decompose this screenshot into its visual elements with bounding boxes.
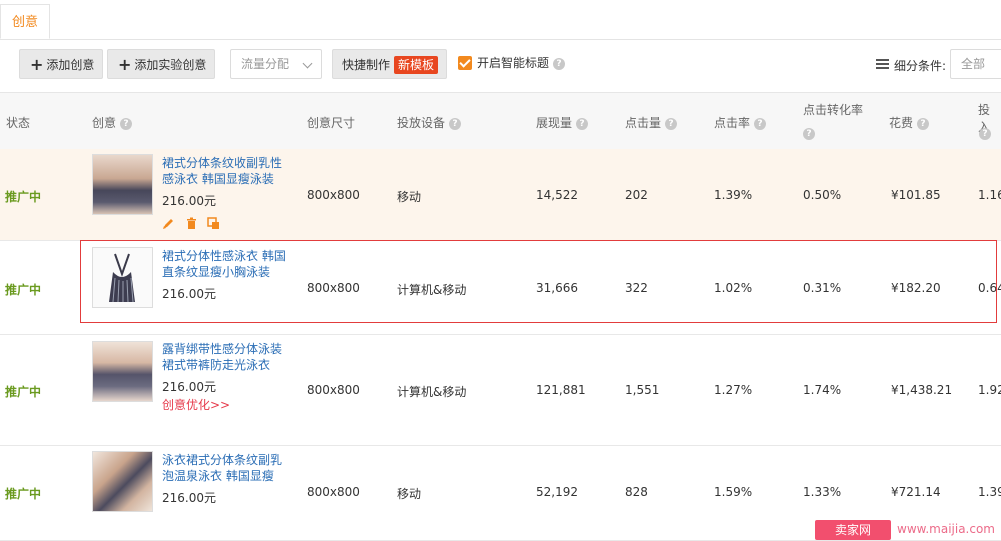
status-badge: 推广中 [5,487,42,501]
header-cost-wrap[interactable]: 花费? [889,114,930,131]
help-icon[interactable]: ? [979,127,991,140]
clicks: 1,551 [625,383,660,397]
roi: 1.92 [978,383,1001,397]
quick-make-label: 快捷制作 [342,58,391,72]
clicks: 202 [625,188,648,202]
quick-make-button[interactable]: 快捷制作 新模板 [332,49,447,79]
help-icon[interactable]: ? [665,117,678,130]
product-thumbnail[interactable] [92,154,153,215]
header-size[interactable]: 创意尺寸 [307,114,355,131]
smart-title-label: 开启智能标题 [477,56,550,70]
plus-icon: + [30,55,44,74]
creative-size: 800x800 [307,188,360,202]
tab-bar: 创意 [0,0,1001,40]
header-status: 状态 [6,116,31,130]
ctr: 1.39% [714,188,753,202]
smart-title-checkbox[interactable] [458,56,472,70]
filter-label: 细分条件: [894,59,947,73]
help-icon[interactable]: ? [120,117,133,130]
status-badge: 推广中 [5,385,42,399]
header-roi-help-wrap: ? [975,126,991,140]
impressions: 14,522 [536,188,578,202]
header-clicks: 点击量 [625,116,662,130]
header-cost: 花费 [889,116,914,130]
creative-optimize-link[interactable]: 创意优化>> [162,396,230,413]
filter-value: 全部 [961,57,986,71]
creative-price: 216.00元 [162,194,216,208]
traffic-allocation-value: 流量分配 [241,57,290,71]
cvr: 1.33% [803,485,842,499]
selection-highlight [80,240,997,323]
creative-title-link[interactable]: 露背绑带性感分体泳装 裙式带裤防走光泳衣 [162,341,292,373]
product-thumbnail[interactable] [92,451,153,512]
header-cvr[interactable]: 点击转化率 [803,101,863,118]
watermark: 卖家网 www.maijia.com [815,518,1001,540]
clicks: 828 [625,485,648,499]
header-ctr: 点击率 [714,116,751,130]
help-icon[interactable]: ? [449,117,462,130]
filter-select[interactable]: 全部 [950,49,1001,79]
product-thumbnail[interactable] [92,341,153,402]
roi: 1.16 [978,188,1001,202]
creative-price: 216.00元 [162,491,216,505]
edit-icon[interactable] [162,217,175,230]
smart-title-label-wrap: 开启智能标题? [477,55,566,71]
plus-icon: + [118,55,132,74]
help-icon[interactable]: ? [917,117,930,130]
new-template-badge: 新模板 [394,56,439,74]
header-impressions: 展现量 [536,116,573,130]
help-icon[interactable]: ? [576,117,589,130]
header-creative: 创意 [92,116,117,130]
roi: 1.39 [978,485,1001,499]
delete-icon[interactable] [185,217,198,230]
ctr: 1.27% [714,383,753,397]
chevron-down-icon [302,58,313,69]
device: 移动 [397,487,422,501]
cvr: 0.50% [803,188,842,202]
header-clicks-wrap[interactable]: 点击量? [625,114,678,131]
creative-size: 800x800 [307,383,360,397]
cvr: 1.74% [803,383,842,397]
tab-creative[interactable]: 创意 [0,4,50,39]
ctr: 1.59% [714,485,753,499]
table-header: 状态 创意? 创意尺寸 投放设备? 展现量? 点击量? 点击率? 点击转化率 ?… [0,92,1001,150]
header-impressions-wrap[interactable]: 展现量? [536,114,589,131]
header-device-wrap: 投放设备? [397,114,462,131]
device: 移动 [397,190,422,204]
add-creative-label: 添加创意 [46,58,95,72]
help-icon[interactable]: ? [803,127,815,140]
device: 计算机&移动 [397,385,467,399]
header-ctr-wrap[interactable]: 点击率? [714,114,767,131]
watermark-badge: 卖家网 [815,520,891,540]
cost: ¥1,438.21 [891,383,953,397]
add-creative-button[interactable]: + 添加创意 [19,49,103,79]
creative-size: 800x800 [307,485,360,499]
creative-title-link[interactable]: 泳衣裙式分体条纹副乳泡温泉泳衣 韩国显瘦 [162,452,292,484]
impressions: 121,881 [536,383,586,397]
watermark-url: www.maijia.com [897,522,995,536]
status-badge: 推广中 [5,283,42,297]
creative-title-link[interactable]: 裙式分体条纹收副乳性感泳衣 韩国显瘦泳装 [162,155,292,187]
traffic-allocation-select[interactable]: 流量分配 [230,49,322,79]
cost: ¥721.14 [891,485,941,499]
header-cvr-help-wrap: ? [799,126,815,140]
copy-icon[interactable] [207,217,220,230]
header-creative-wrap: 创意? [92,114,133,131]
header-device: 投放设备 [397,116,446,130]
list-icon [876,59,889,70]
help-icon[interactable]: ? [553,57,566,70]
cost: ¥101.85 [891,188,941,202]
help-icon[interactable]: ? [754,117,767,130]
status-badge: 推广中 [5,190,42,204]
impressions: 52,192 [536,485,578,499]
add-experiment-button[interactable]: + 添加实验创意 [107,49,215,79]
creative-price: 216.00元 [162,380,216,394]
add-experiment-label: 添加实验创意 [134,58,207,72]
